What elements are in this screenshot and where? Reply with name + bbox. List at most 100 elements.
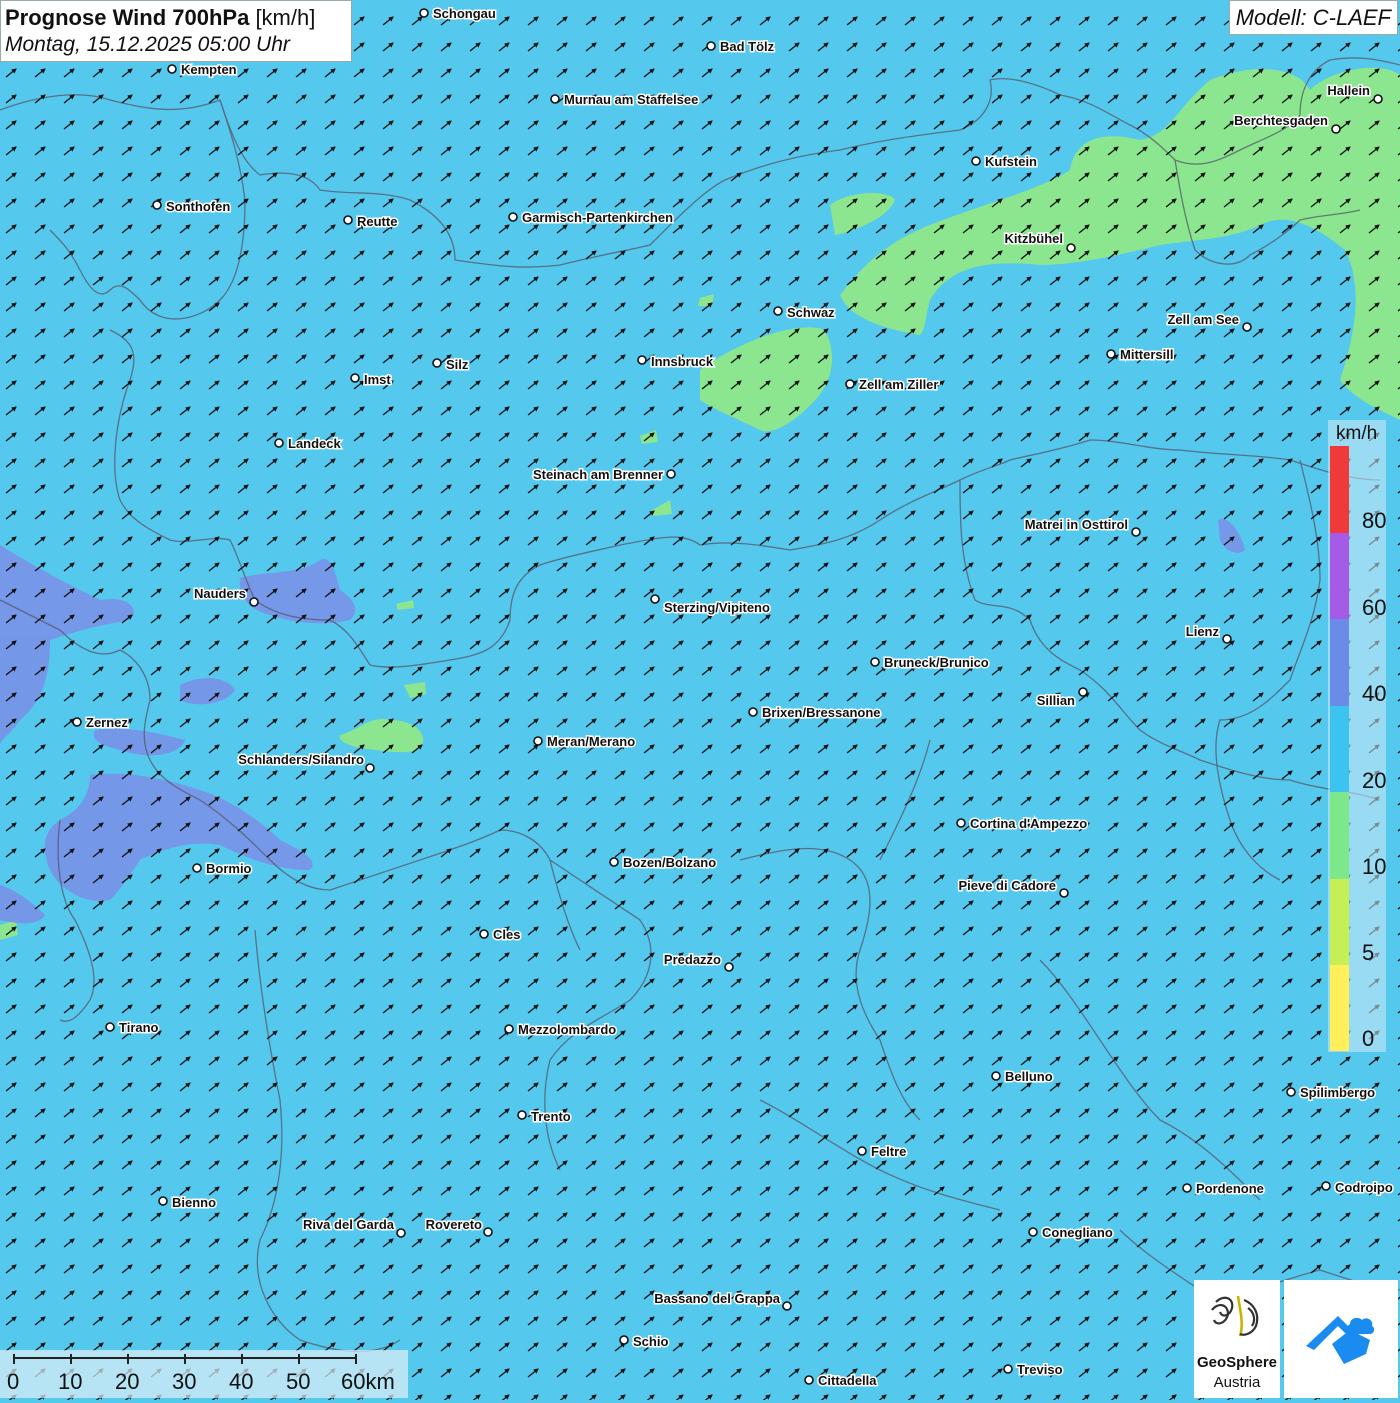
city-label: Berchtesgaden	[1234, 113, 1328, 128]
city-label: Silz	[446, 357, 469, 372]
city-marker	[1106, 349, 1116, 359]
city-marker	[804, 1375, 814, 1385]
legend-swatch-5	[1330, 879, 1349, 965]
city-label: Treviso	[1017, 1362, 1063, 1377]
city-label: Tirano	[119, 1020, 159, 1035]
city-label: Lienz	[1186, 624, 1220, 639]
city-marker	[1131, 527, 1141, 537]
title-unit: [km/h]	[255, 5, 316, 30]
color-legend: km/h 80 60 40 20 10 5 0	[1328, 420, 1386, 1052]
city-marker	[508, 212, 518, 222]
city-label: Kempten	[181, 62, 237, 77]
city-label: Conegliano	[1042, 1225, 1113, 1240]
city-label: Zell am Ziller	[859, 377, 938, 392]
city-label: Cortina d'Ampezzo	[970, 816, 1087, 831]
city-marker	[609, 857, 619, 867]
scale-label: 30	[172, 1369, 197, 1394]
city-label: Predazzo	[664, 952, 721, 967]
city-marker	[1003, 1364, 1013, 1374]
city-label: Matrei in Osttirol	[1025, 517, 1128, 532]
legend-label-40: 40	[1362, 681, 1387, 706]
city-label: Rovereto	[426, 1217, 482, 1232]
city-marker	[991, 1071, 1001, 1081]
city-label: Schongau	[433, 6, 496, 21]
city-marker	[637, 355, 647, 365]
legend-label-5: 5	[1362, 940, 1375, 965]
city-marker	[517, 1110, 527, 1120]
city-marker	[956, 818, 966, 828]
geosphere-emblem-icon	[1211, 1295, 1259, 1337]
city-label: Feltre	[871, 1144, 906, 1159]
city-marker	[857, 1146, 867, 1156]
city-marker	[432, 358, 442, 368]
city-marker	[365, 763, 375, 773]
city-label: Sonthofen	[166, 199, 230, 214]
city-marker	[1321, 1181, 1331, 1191]
city-marker	[1066, 243, 1076, 253]
scale-label: 50	[286, 1369, 311, 1394]
city-label: Trento	[531, 1109, 571, 1124]
legend-swatch-60	[1330, 533, 1349, 619]
city-marker	[1182, 1183, 1192, 1193]
legend-swatch-10	[1330, 792, 1349, 879]
city-label: Zernez	[86, 715, 128, 730]
city-label: Schlanders/Silandro	[238, 752, 364, 767]
city-label: Mittersill	[1120, 347, 1173, 362]
legend-swatch-80	[1330, 446, 1349, 533]
city-label: Sillian	[1037, 693, 1075, 708]
logo-sub: Austria	[1213, 1374, 1261, 1391]
city-marker	[724, 962, 734, 972]
city-marker	[666, 469, 676, 479]
city-label: Hallein	[1327, 83, 1370, 98]
title-text: Prognose Wind 700hPa	[5, 5, 250, 30]
city-label: Landeck	[288, 436, 342, 451]
scale-label: 0	[7, 1369, 20, 1394]
weather-app-icon	[1306, 1316, 1375, 1364]
geosphere-logo: GeoSphere Austria	[1194, 1280, 1280, 1398]
legend-swatch-0	[1330, 965, 1349, 1051]
city-marker	[479, 929, 489, 939]
city-label: Zell am See	[1167, 312, 1239, 327]
city-label: Mezzolombardo	[518, 1022, 616, 1037]
city-label: Imst	[364, 372, 391, 387]
legend-swatch-20	[1330, 706, 1349, 792]
city-marker	[419, 8, 429, 18]
city-label: Cles	[493, 927, 520, 942]
weather-app-logo	[1284, 1280, 1398, 1398]
city-marker	[158, 1196, 168, 1206]
city-marker	[550, 94, 560, 104]
city-label: Schio	[633, 1334, 668, 1349]
city-label: Innsbruck	[651, 354, 714, 369]
legend-label-10: 10	[1362, 854, 1387, 879]
city-marker	[483, 1227, 493, 1237]
title-box: Prognose Wind 700hPa [km/h] Montag, 15.1…	[0, 0, 352, 62]
city-label: Kufstein	[985, 154, 1037, 169]
city-marker	[396, 1228, 406, 1238]
city-label: Bienno	[172, 1195, 216, 1210]
city-label: Bad Tölz	[720, 39, 775, 54]
city-marker	[192, 863, 202, 873]
city-marker	[619, 1335, 629, 1345]
map-title: Prognose Wind 700hPa [km/h]	[5, 4, 347, 32]
city-marker	[971, 156, 981, 166]
legend-label-0: 0	[1362, 1026, 1375, 1051]
city-marker	[1059, 888, 1069, 898]
city-label: Codroipo	[1335, 1180, 1393, 1195]
city-marker	[773, 306, 783, 316]
city-marker	[1242, 322, 1252, 332]
legend-unit: km/h	[1336, 423, 1378, 444]
city-label: Bormio	[206, 861, 252, 876]
city-label: Bruneck/Brunico	[884, 655, 989, 670]
city-marker	[72, 717, 82, 727]
city-label: Sterzing/Vipiteno	[664, 600, 770, 615]
legend-label-60: 60	[1362, 595, 1387, 620]
city-label: Kitzbühel	[1005, 231, 1064, 246]
city-marker	[504, 1024, 514, 1034]
city-label: Brixen/Bressanone	[762, 705, 881, 720]
city-label: Nauders	[194, 586, 246, 601]
city-marker	[533, 736, 543, 746]
city-marker	[1222, 634, 1232, 644]
city-label: Spilimbergo	[1300, 1085, 1375, 1100]
scale-label: 60km	[341, 1369, 395, 1394]
forecast-datetime: Montag, 15.12.2025 05:00 Uhr	[5, 33, 290, 56]
